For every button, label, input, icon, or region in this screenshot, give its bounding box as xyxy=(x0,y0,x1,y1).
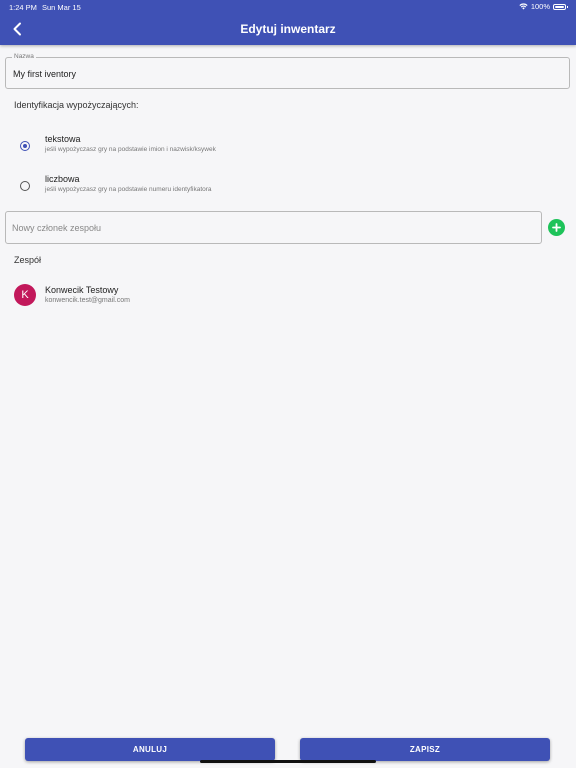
status-indicators: 100% xyxy=(519,2,568,11)
battery-percent: 100% xyxy=(530,2,550,11)
radio-option-title: liczbowa xyxy=(45,174,80,184)
add-member-button[interactable] xyxy=(548,219,565,236)
identification-label: Identyfikacja wypożyczających: xyxy=(14,100,139,110)
name-field-label: Nazwa xyxy=(12,53,36,60)
wifi-icon xyxy=(519,3,528,10)
radio-unselected-icon[interactable] xyxy=(20,181,30,191)
member-email: konwencik.test@gmail.com xyxy=(45,297,130,304)
save-button[interactable]: ZAPISZ xyxy=(300,738,550,761)
radio-selected-icon[interactable] xyxy=(20,141,30,151)
new-member-input[interactable] xyxy=(5,211,542,244)
avatar: K xyxy=(14,284,36,306)
status-date: Sun Mar 15 xyxy=(42,3,81,12)
radio-option-text[interactable]: tekstowa jeśli wypożyczasz gry na podsta… xyxy=(0,131,576,165)
status-time: 1:24 PM xyxy=(9,3,37,12)
cancel-button[interactable]: ANULUJ xyxy=(25,738,275,761)
radio-option-title: tekstowa xyxy=(45,134,81,144)
app-bar: 1:24 PM Sun Mar 15 100% Edytuj inwentarz xyxy=(0,0,576,45)
home-indicator[interactable] xyxy=(200,760,376,763)
radio-option-number[interactable]: liczbowa jeśli wypożyczasz gry na podsta… xyxy=(0,171,576,205)
battery-icon xyxy=(553,3,568,10)
team-member-row[interactable]: K Konwecik Testowy konwencik.test@gmail.… xyxy=(0,282,576,310)
member-name: Konwecik Testowy xyxy=(45,285,119,295)
radio-option-description: jeśli wypożyczasz gry na podstawie imion… xyxy=(45,146,216,153)
status-bar: 1:24 PM Sun Mar 15 100% xyxy=(0,0,576,14)
name-field-value[interactable]: My first iventory xyxy=(13,69,76,79)
team-label: Zespół xyxy=(14,255,42,265)
name-field[interactable]: Nazwa My first iventory xyxy=(5,53,570,89)
page-title: Edytuj inwentarz xyxy=(240,22,336,36)
plus-icon xyxy=(552,223,561,232)
edit-inventory-screen: 1:24 PM Sun Mar 15 100% Edytuj inwentarz… xyxy=(0,0,576,768)
radio-option-description: jeśli wypożyczasz gry na podstawie numer… xyxy=(45,186,212,193)
